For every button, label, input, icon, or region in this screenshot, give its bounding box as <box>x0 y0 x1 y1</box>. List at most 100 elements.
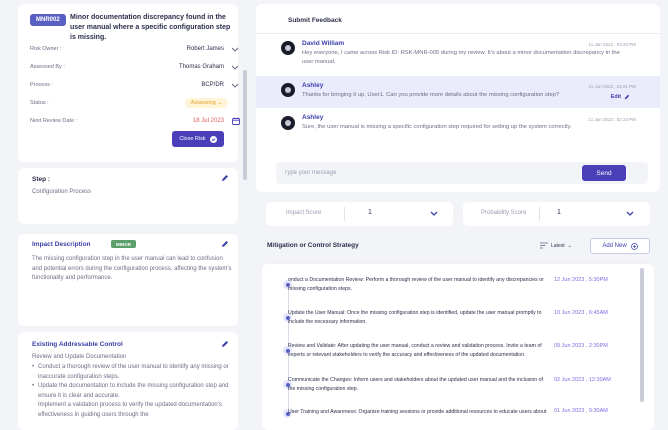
chevron-down-icon[interactable] <box>429 208 439 218</box>
message-author: Ashley <box>302 114 324 121</box>
mitigation-date: 09 Jun 2023 , 2:30PM <box>554 343 608 349</box>
mitigation-item[interactable]: User Training and Awareness: Organize tr… <box>262 408 642 420</box>
risk-owner-value: Robert James <box>186 46 224 52</box>
mitigation-text: Review and Validate: After updating the … <box>288 343 542 358</box>
calendar-icon[interactable] <box>232 117 240 125</box>
field-label: Status : <box>30 100 49 106</box>
message-timestamp: 11 Jan 2023 , 03:20 PM <box>588 42 636 47</box>
edit-pencil-icon[interactable] <box>221 174 229 182</box>
message-timestamp: 11 Jan 2023 , 02:23 PM <box>588 117 636 122</box>
message-input[interactable] <box>284 167 564 179</box>
probability-score-label: Probability Score <box>481 210 527 216</box>
mitigation-date: 02 Jun 2023 , 12:30AM <box>554 377 611 383</box>
mitigation-text: Communicate the Changes: Inform users an… <box>288 377 543 392</box>
message-timestamp: 11 Jun 2023 , 02:21 PM <box>588 84 636 89</box>
sort-control[interactable]: Latest ⌄ <box>540 242 572 249</box>
status-value: Assessing <box>190 100 216 106</box>
divider <box>344 207 345 221</box>
send-button[interactable]: Send <box>582 165 626 181</box>
chat-message: David William 11 Jan 2023 , 03:20 PM Hey… <box>256 36 660 76</box>
field-label: Process : <box>30 82 53 88</box>
risk-summary-card: MNR002 Minor documentation discrepancy f… <box>18 4 240 162</box>
chevron-down-icon[interactable] <box>230 62 240 72</box>
message-author: Ashley <box>302 82 324 89</box>
mitigation-item[interactable]: Review and Validate: After updating the … <box>262 342 642 364</box>
assessed-by-value: Thomas Graham <box>178 64 224 70</box>
divider <box>539 207 540 221</box>
add-new-label: Add New <box>602 243 627 249</box>
step-value: Configuration Process <box>32 189 92 195</box>
probability-score-value: 1 <box>557 209 561 216</box>
chevron-down-icon[interactable] <box>230 80 240 90</box>
field-label: Next Review Date : <box>30 118 78 124</box>
close-risk-label: Close Risk <box>179 136 206 142</box>
feedback-header: Submit Feedback <box>256 4 660 34</box>
plus-circle-icon <box>630 242 638 250</box>
mitigation-date: 12 Jun 2023 , 5:30PM <box>554 277 608 283</box>
mitigation-item[interactable]: onduct a Documentation Review: Perform a… <box>262 276 642 298</box>
risk-title: Minor documentation discrepancy found in… <box>70 14 231 41</box>
avatar <box>281 41 295 55</box>
step-title: Step : <box>32 176 51 183</box>
right-scrollbar[interactable] <box>640 268 644 402</box>
status-badge[interactable]: Assessing ⌄ <box>184 98 228 108</box>
chevron-down-icon[interactable] <box>230 44 240 54</box>
close-risk-button[interactable]: Close Risk <box>172 131 224 147</box>
feedback-panel: Submit Feedback David William 11 Jan 202… <box>256 4 660 192</box>
field-label: Assessed By : <box>30 64 65 70</box>
mitigation-text: User Training and Awareness: Organize tr… <box>288 409 547 415</box>
field-status[interactable]: Status : Assessing ⌄ <box>30 98 242 112</box>
control-title: Existing Addressable Control <box>32 341 123 348</box>
message-text: Thanks for bringing it up, User1. Can yo… <box>302 92 560 98</box>
control-intro: Review and Update Documentation <box>32 354 127 360</box>
next-review-date-value: 18 Jul 2023 <box>192 118 224 124</box>
chat-message: Ashley 11 Jan 2023 , 02:23 PM Sure, the … <box>256 110 660 140</box>
mitigation-item[interactable]: Update the User Manual: Once the missing… <box>262 309 642 331</box>
chevron-down-icon: ⌄ <box>567 242 572 249</box>
field-next-review-date[interactable]: Next Review Date : 18 Jul 2023 <box>30 116 242 130</box>
impact-text: The missing configuration step in the us… <box>32 256 232 281</box>
mitigation-item[interactable]: Communicate the Changes: Inform users an… <box>262 376 642 398</box>
field-process[interactable]: Process : BCP/DR <box>30 80 242 94</box>
message-author: David William <box>302 40 345 47</box>
impact-score-label: Impact Score <box>286 210 322 216</box>
sort-icon <box>540 242 548 249</box>
mitigation-title: Mitigation or Control Strategy <box>267 242 359 249</box>
add-new-button[interactable]: Add New <box>590 238 650 254</box>
edit-pencil-icon <box>624 94 630 100</box>
feedback-title: Submit Feedback <box>288 17 342 24</box>
process-value: BCP/DR <box>201 82 224 88</box>
edit-pencil-icon[interactable] <box>221 240 229 248</box>
message-text: Hey everyone, I came across Risk ID: RSK… <box>302 50 620 65</box>
existing-control-card: Existing Addressable Control Review and … <box>18 332 238 430</box>
mitigation-text: onduct a Documentation Review: Perform a… <box>288 277 544 292</box>
message-text: Sure, the user manual is missing a speci… <box>302 124 572 130</box>
field-risk-owner[interactable]: Risk Owner : Robert James <box>30 44 242 58</box>
check-icon <box>209 135 217 143</box>
control-bullet: Implement a validation process to verify… <box>38 401 232 420</box>
mitigation-date: 01 Jun 2023 , 9:30AM <box>554 408 608 414</box>
control-bullet: Conduct a thorough review of the user ma… <box>32 363 232 382</box>
chevron-down-icon: ⌄ <box>217 100 222 106</box>
avatar <box>281 116 295 130</box>
impact-description-card: Impact Description MINOR The missing con… <box>18 234 238 326</box>
edit-pencil-icon[interactable] <box>221 340 229 348</box>
impact-title: Impact Description <box>32 241 91 248</box>
message-composer: Send <box>276 162 648 184</box>
field-assessed-by[interactable]: Assessed By : Thomas Graham <box>30 62 242 76</box>
avatar <box>281 83 295 97</box>
chevron-down-icon[interactable] <box>625 208 635 218</box>
control-bullet: Update the documentation to include the … <box>32 382 232 401</box>
impact-score-select[interactable]: Impact Score 1 <box>266 202 453 226</box>
edit-label: Edit <box>610 94 621 100</box>
divider <box>267 262 651 263</box>
edit-message-button[interactable]: Edit <box>611 94 630 100</box>
mitigation-text: Update the User Manual: Once the missing… <box>288 310 542 325</box>
field-label: Risk Owner : <box>30 46 62 52</box>
left-scrollbar[interactable] <box>243 70 247 180</box>
severity-badge: MINOR <box>111 240 136 248</box>
chat-message: Ashley 11 Jun 2023 , 02:21 PM Thanks for… <box>256 76 660 108</box>
impact-score-value: 1 <box>368 209 372 216</box>
probability-score-select[interactable]: Probability Score 1 <box>463 202 650 226</box>
risk-id-badge: MNR002 <box>30 14 66 26</box>
